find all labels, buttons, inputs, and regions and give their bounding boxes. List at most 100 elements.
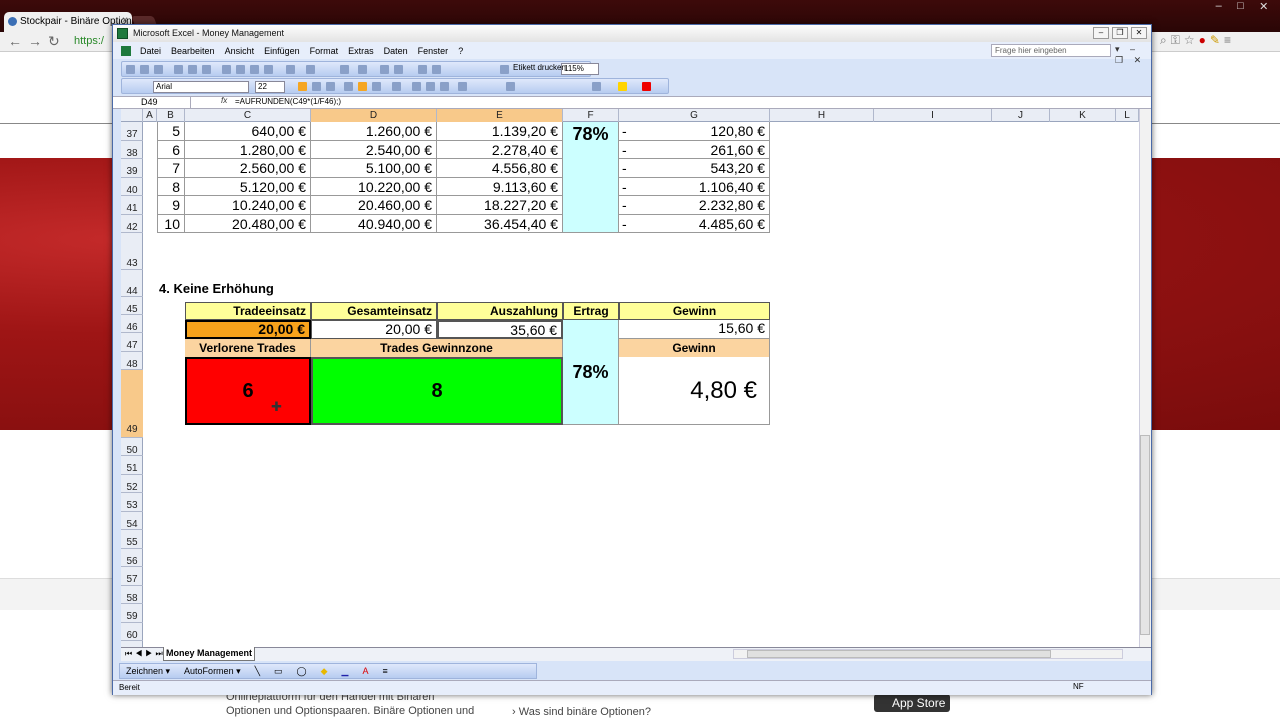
appstore-button[interactable]: App Store xyxy=(874,694,950,712)
drawing-icon[interactable] xyxy=(432,65,441,74)
vertical-scroll-thumb[interactable] xyxy=(1140,435,1150,635)
header-gesamteinsatz[interactable]: Gesamteinsatz xyxy=(311,302,437,320)
cell-d[interactable]: 20.460,00 € xyxy=(311,196,437,215)
row-header[interactable]: 50 xyxy=(121,438,143,456)
gesamteinsatz-value[interactable]: 20,00 € xyxy=(311,320,437,339)
select-all-corner[interactable] xyxy=(121,109,143,122)
copy-icon[interactable] xyxy=(236,65,245,74)
thousands-icon[interactable] xyxy=(426,82,435,91)
webpage-link[interactable]: › Was sind binäre Optionen? xyxy=(512,706,651,718)
font-select[interactable]: Arial xyxy=(153,81,249,93)
cell-b[interactable]: 5 xyxy=(157,122,185,141)
row-header[interactable]: 60 xyxy=(121,623,143,641)
row-header[interactable]: 52 xyxy=(121,475,143,493)
col-header-e[interactable]: E xyxy=(437,109,563,122)
help-icon[interactable] xyxy=(500,65,509,74)
cell-g[interactable]: 120,80 € xyxy=(639,122,770,141)
excel-close-icon[interactable]: ✕ xyxy=(1131,27,1147,39)
browser-window-controls[interactable]: – □ ✕ xyxy=(1208,0,1276,16)
cell-d[interactable]: 1.260,00 € xyxy=(311,122,437,141)
euro-icon[interactable] xyxy=(506,82,515,91)
back-icon[interactable]: ← xyxy=(8,33,22,49)
cell-d[interactable]: 2.540,00 € xyxy=(311,141,437,159)
col-header-c[interactable]: C xyxy=(185,109,311,122)
fill-color-icon[interactable] xyxy=(618,82,627,91)
rectangle-icon[interactable]: ▭ xyxy=(274,666,283,677)
cell-c[interactable]: 640,00 € xyxy=(185,122,311,141)
cell-c[interactable]: 1.280,00 € xyxy=(185,141,311,159)
row-header[interactable]: 43 xyxy=(121,233,143,270)
excel-minimize-icon[interactable]: – xyxy=(1093,27,1109,39)
header-trades-gewinnzone[interactable]: Trades Gewinnzone xyxy=(311,339,563,357)
tradeeinsatz-input[interactable]: 20,00 € xyxy=(185,320,311,339)
paste-icon[interactable] xyxy=(250,65,259,74)
open-icon[interactable] xyxy=(140,65,149,74)
menu-icon[interactable]: ≡ xyxy=(1224,33,1231,50)
indent-icon[interactable] xyxy=(458,82,467,91)
etikett-drucken-button[interactable]: Etikett drucken xyxy=(513,63,566,72)
cell-d[interactable]: 5.100,00 € xyxy=(311,159,437,178)
cell-b[interactable]: 10 xyxy=(157,215,185,233)
bold-icon[interactable] xyxy=(298,82,307,91)
col-header-b[interactable]: B xyxy=(157,109,185,122)
reload-icon[interactable]: ↻ xyxy=(48,33,60,50)
row-header[interactable]: 59 xyxy=(121,604,143,623)
zoom-select[interactable]: 115% xyxy=(561,63,599,75)
auszahlung-value[interactable]: 35,60 € xyxy=(437,320,563,339)
header-verlorene-trades[interactable]: Verlorene Trades xyxy=(185,339,311,357)
ask-question-input[interactable]: Frage hier eingeben xyxy=(991,44,1111,57)
cell-g[interactable]: 2.232,80 € xyxy=(639,196,770,215)
row-header[interactable]: 45 xyxy=(121,297,143,315)
fill-icon[interactable]: ◆ xyxy=(321,666,328,677)
new-icon[interactable] xyxy=(126,65,135,74)
row-header[interactable]: 58 xyxy=(121,586,143,604)
cell-g-sign[interactable]: - xyxy=(619,178,639,196)
row-header[interactable]: 48 xyxy=(121,352,143,370)
header-auszahlung[interactable]: Auszahlung xyxy=(437,302,563,320)
row-header[interactable]: 37 xyxy=(121,122,143,141)
menu-bearbeiten[interactable]: Bearbeiten xyxy=(166,46,220,56)
cell-g-sign[interactable]: - xyxy=(619,122,639,141)
worksheet-grid[interactable]: A B C D E F G H I J K L 37 38 39 40 41 4… xyxy=(121,109,1139,647)
forward-icon[interactable]: → xyxy=(28,33,42,49)
star-icon[interactable]: ☆ xyxy=(1184,33,1195,50)
cell-b[interactable]: 7 xyxy=(157,159,185,178)
autoformen-menu[interactable]: AutoFormen ▾ xyxy=(184,666,241,677)
menu-fenster[interactable]: Fenster xyxy=(413,46,454,56)
font-size-select[interactable]: 22 xyxy=(255,81,285,93)
row-header[interactable]: 41 xyxy=(121,196,143,215)
cell-g-sign[interactable]: - xyxy=(619,141,639,159)
cell-e[interactable]: 2.278,40 € xyxy=(437,141,563,159)
header-gewinn-2[interactable]: Gewinn xyxy=(619,339,770,357)
trades-gewinnzone-value[interactable]: 8 xyxy=(311,357,563,425)
cell-b[interactable]: 6 xyxy=(157,141,185,159)
autosum-icon[interactable] xyxy=(358,65,367,74)
horizontal-scroll-thumb[interactable] xyxy=(747,650,1051,658)
cell-c[interactable]: 2.560,00 € xyxy=(185,159,311,178)
cell-b[interactable]: 8 xyxy=(157,178,185,196)
menu-extras[interactable]: Extras xyxy=(343,46,379,56)
col-header-l[interactable]: L xyxy=(1116,109,1139,122)
cell-g[interactable]: 4.485,60 € xyxy=(639,215,770,233)
webpage-link-label[interactable]: Was sind binäre Optionen? xyxy=(519,706,651,718)
row-header[interactable]: 39 xyxy=(121,159,143,178)
row-header[interactable]: 49 xyxy=(121,370,143,438)
print-icon[interactable] xyxy=(174,65,183,74)
text-color-icon[interactable]: A xyxy=(362,666,368,676)
ertrag-cell-bottom[interactable]: 78% xyxy=(563,320,619,425)
format-painter-icon[interactable] xyxy=(264,65,273,74)
italic-icon[interactable] xyxy=(312,82,321,91)
col-header-g[interactable]: G xyxy=(619,109,770,122)
col-header-k[interactable]: K xyxy=(1050,109,1116,122)
spell-icon[interactable] xyxy=(202,65,211,74)
pencil-icon[interactable]: ✎ xyxy=(1210,33,1220,50)
browser-extension-icons[interactable]: ⌕ ⚿ ☆ ● ✎ ≡ xyxy=(1160,33,1280,50)
cell-e[interactable]: 9.113,60 € xyxy=(437,178,563,196)
cell-g[interactable]: 261,60 € xyxy=(639,141,770,159)
header-tradeeinsatz[interactable]: Tradeeinsatz xyxy=(185,302,311,320)
row-header[interactable]: 42 xyxy=(121,215,143,233)
menu-einfuegen[interactable]: Einfügen xyxy=(259,46,305,56)
excel-doc-icon[interactable] xyxy=(121,45,131,56)
menu-help[interactable]: ? xyxy=(453,46,468,56)
col-header-i[interactable]: I xyxy=(874,109,992,122)
